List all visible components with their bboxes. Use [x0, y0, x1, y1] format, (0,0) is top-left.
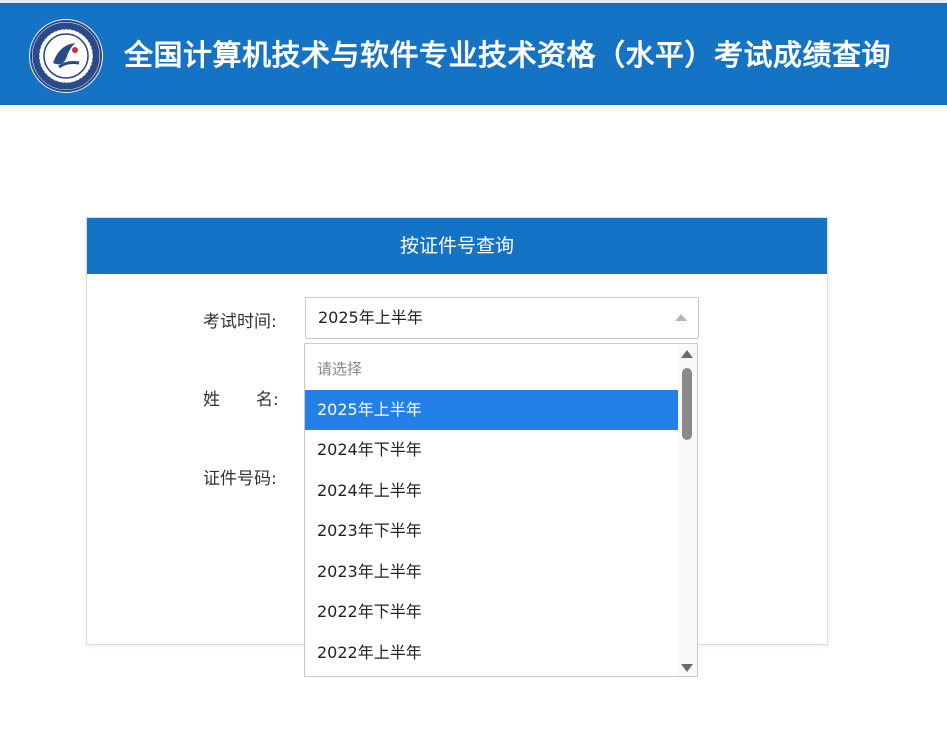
- dropdown-option[interactable]: 2024年上半年: [305, 471, 679, 512]
- dropdown-option[interactable]: 2023年上半年: [305, 552, 679, 593]
- exam-time-select[interactable]: 2025年上半年: [305, 297, 699, 339]
- panel-title: 按证件号查询: [87, 218, 827, 274]
- logo: [29, 19, 103, 93]
- name-label-second: 名:: [256, 390, 279, 410]
- exam-time-label: 考试时间:: [203, 312, 277, 332]
- page-title: 全国计算机技术与软件专业技术资格（水平）考试成绩查询: [124, 38, 892, 72]
- dropdown-scrollbar[interactable]: [678, 344, 697, 676]
- dropdown-option[interactable]: 2025年上半年: [305, 389, 679, 430]
- page-header: 全国计算机技术与软件专业技术资格（水平）考试成绩查询: [0, 0, 947, 105]
- dropdown-option[interactable]: 2024年下半年: [305, 430, 679, 471]
- scroll-down-arrow-icon[interactable]: [681, 664, 693, 672]
- exam-time-dropdown[interactable]: 请选择 2025年上半年 2024年下半年 2024年上半年 2023年下半年 …: [304, 343, 698, 677]
- name-label-first: 姓: [203, 390, 220, 410]
- scroll-up-arrow-icon[interactable]: [681, 350, 693, 358]
- dropdown-option[interactable]: 2022年下半年: [305, 592, 679, 633]
- dropdown-list: 请选择 2025年上半年 2024年下半年 2024年上半年 2023年下半年 …: [305, 344, 679, 673]
- dropdown-option[interactable]: 2023年下半年: [305, 511, 679, 552]
- chevron-up-icon[interactable]: [675, 314, 687, 321]
- seal-logo-icon: [30, 20, 102, 92]
- id-number-label: 证件号码:: [203, 469, 277, 489]
- name-label: 姓 名:: [203, 385, 289, 410]
- exam-time-selected-value: 2025年上半年: [318, 308, 423, 327]
- scrollbar-thumb[interactable]: [682, 368, 692, 440]
- dropdown-placeholder-option[interactable]: 请选择: [305, 349, 679, 390]
- dropdown-option[interactable]: 2022年上半年: [305, 633, 679, 674]
